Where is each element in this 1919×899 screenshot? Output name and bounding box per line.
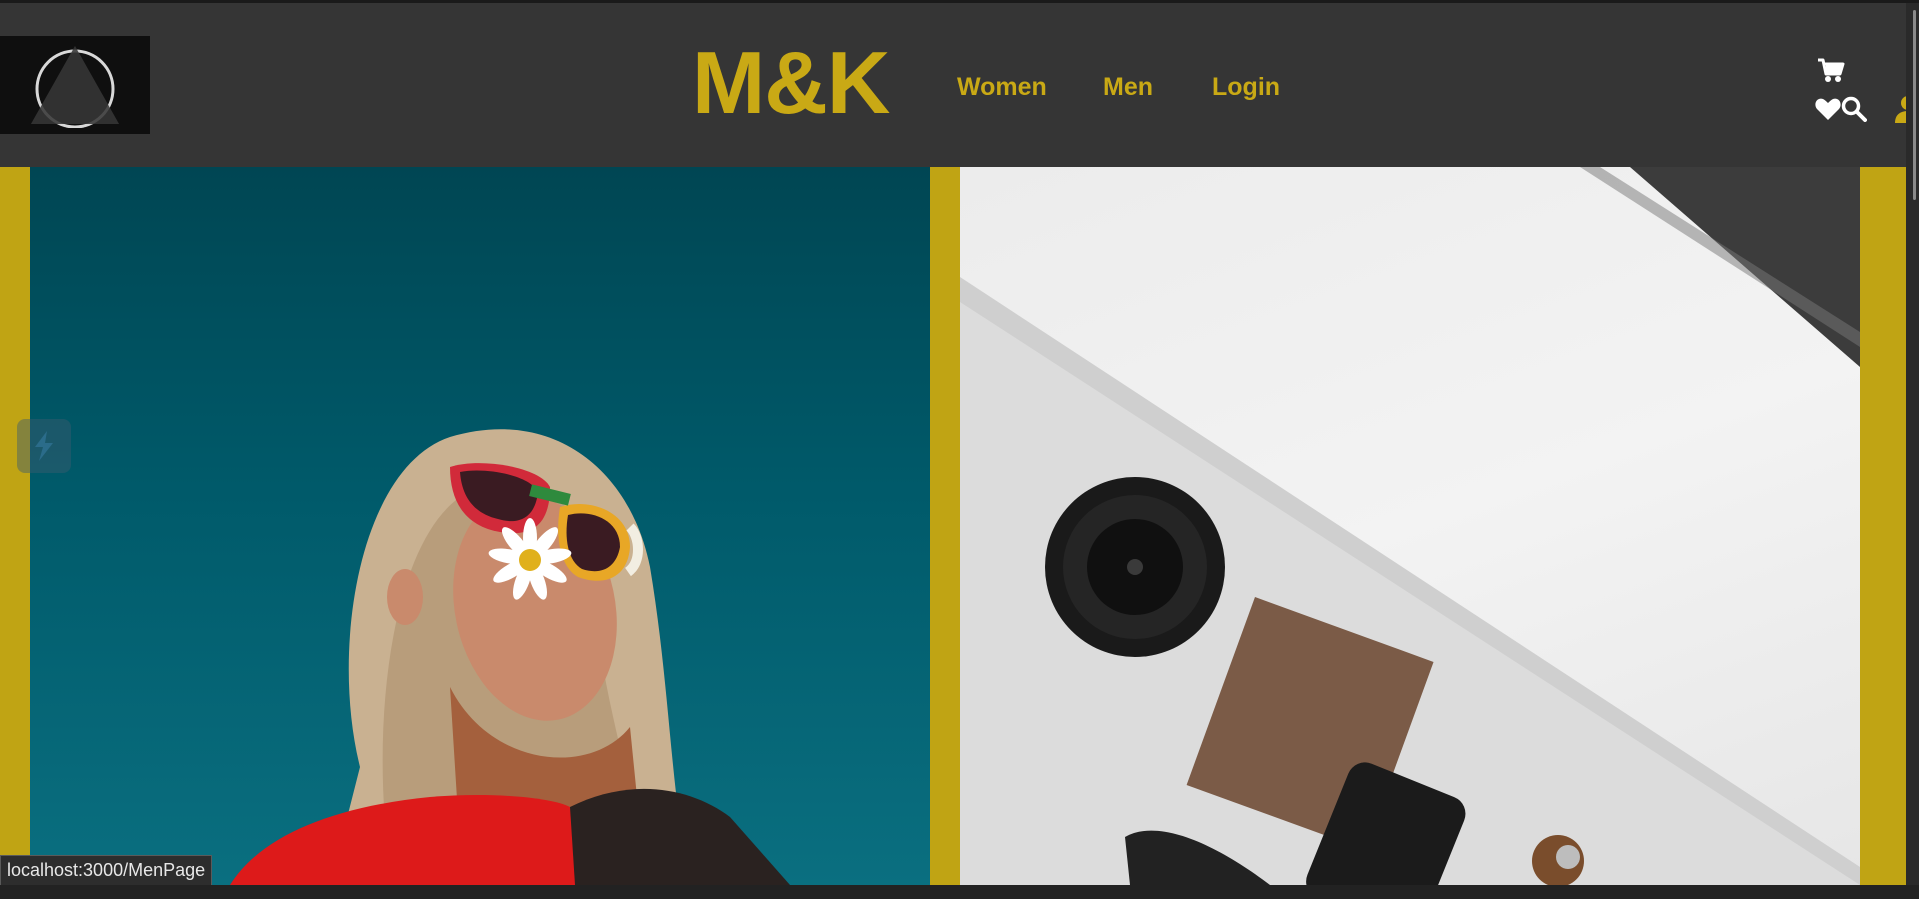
heart-icon[interactable] [1815,97,1841,121]
search-icon[interactable] [1841,96,1867,122]
status-url: localhost:3000/MenPage [0,855,213,887]
cart-icon[interactable] [1817,58,1845,84]
nav-women[interactable]: Women [957,71,1047,103]
bolt-icon [35,431,53,461]
nav-login[interactable]: Login [1212,71,1280,103]
side-handle[interactable] [17,419,71,473]
hero-image-left[interactable] [30,167,930,885]
nav-men[interactable]: Men [1103,71,1153,103]
camera-accessories-image [960,167,1860,885]
hero-image-right[interactable] [960,167,1860,885]
taskbar-strip [0,885,1919,899]
navbar: M&K Women Men Login [0,3,1919,167]
scrollbar-thumb[interactable] [1913,10,1916,200]
brand-title[interactable]: M&K [692,33,890,133]
logo-triangle-icon [31,46,119,128]
woman-sunglasses-image [230,429,790,885]
logo[interactable] [0,36,150,134]
